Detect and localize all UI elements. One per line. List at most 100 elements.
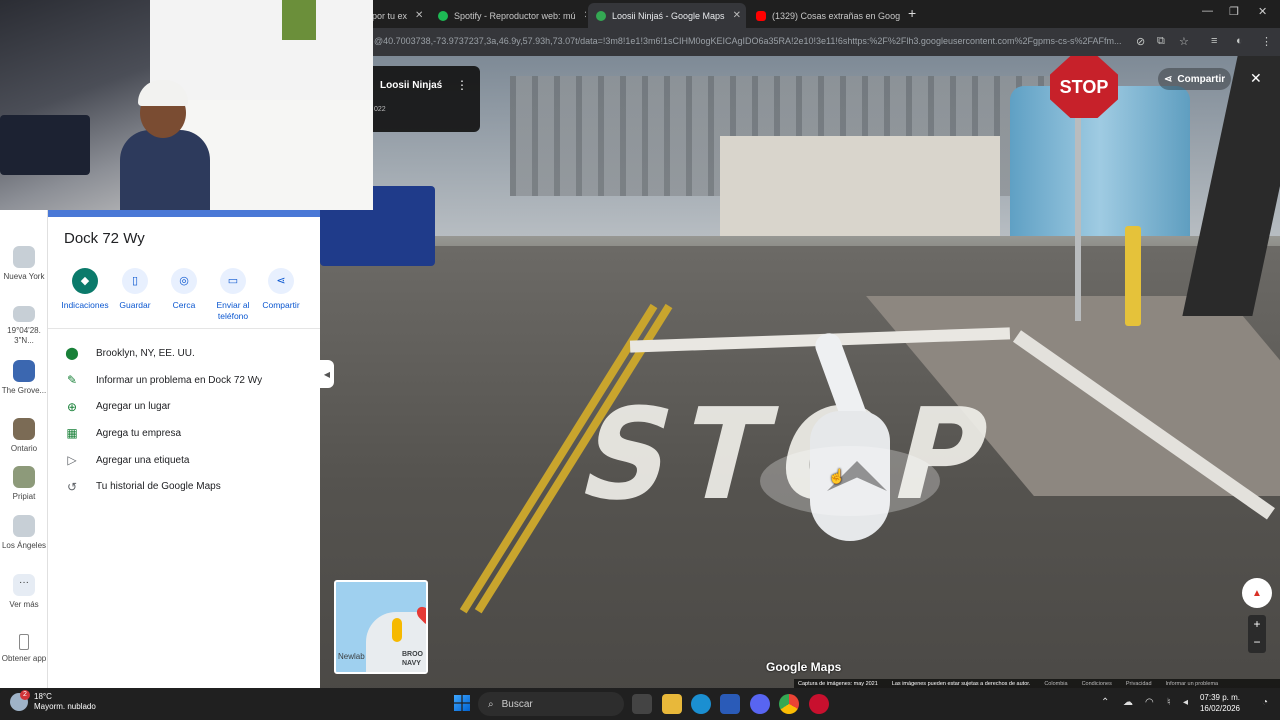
country-link[interactable]: Colombia [1044, 681, 1067, 687]
close-icon[interactable]: ✕ [576, 10, 586, 21]
close-icon[interactable]: ✕ [407, 10, 423, 21]
tab-youtube[interactable]: (1329) Cosas extrañas en Goog ✕ [748, 3, 906, 28]
close-icon[interactable]: ✕ [1250, 70, 1262, 87]
playlist-icon[interactable]: ≡ [1211, 35, 1217, 47]
minimap[interactable]: Newlab BROO NAVY [334, 580, 428, 674]
url-field[interactable]: @40.7003738,-73.9737237,3a,46.9y,57.93h,… [374, 36, 1134, 46]
taskbar-search[interactable]: ⌕ Buscar [478, 692, 624, 716]
tab-google-maps[interactable]: Loosii Ninjaś - Google Maps ✕ [588, 3, 746, 28]
add-place-icon: ⊕ [66, 399, 78, 414]
pencil-icon: ✎ [66, 373, 78, 388]
cloud-sync-icon[interactable]: ☁ [1123, 697, 1133, 708]
rail-item-ver-mas[interactable]: ··· Ver más [0, 574, 48, 610]
rail-item-ontario[interactable]: Ontario [0, 418, 48, 454]
close-icon[interactable]: ✕ [900, 10, 906, 21]
search-placeholder: Buscar [501, 698, 533, 710]
capture-date: 022 [374, 106, 386, 113]
profile-icon[interactable]: ◐ [1236, 35, 1243, 47]
bookmark-star-icon[interactable]: ☆ [1179, 35, 1189, 48]
place-title: Dock 72 Wy [64, 230, 145, 247]
building [720, 136, 1000, 236]
phone-icon: ▭ [220, 268, 246, 294]
close-window-icon[interactable]: ✕ [1258, 5, 1267, 18]
start-button[interactable] [454, 695, 470, 711]
privacy-link[interactable]: Privacidad [1126, 681, 1152, 687]
wifi-icon[interactable]: ◠ [1145, 697, 1154, 708]
chrome-icon[interactable] [779, 694, 799, 714]
compass-icon[interactable]: ▲ [1242, 578, 1272, 608]
close-icon[interactable]: ✕ [725, 10, 741, 21]
zoom-controls: + − [1248, 615, 1266, 653]
history-icon: ↺ [66, 479, 78, 494]
tab-label: (1329) Cosas extrañas en Goog [772, 10, 901, 21]
contributor-name[interactable]: Loosii Ninjaś [380, 80, 442, 91]
edge-icon[interactable] [691, 694, 711, 714]
file-explorer-icon[interactable] [662, 694, 682, 714]
collapse-panel-button[interactable]: ◀ [320, 360, 334, 388]
rail-item-coordinates[interactable]: 19°04'28. 3"N... [0, 306, 48, 346]
search-icon: ⌕ [488, 698, 494, 710]
sign-pole [1075, 111, 1081, 321]
rail-item-los-angeles[interactable]: Los Ángeles [0, 515, 48, 551]
discord-icon[interactable] [750, 694, 770, 714]
pegman-icon[interactable] [392, 618, 402, 642]
more-options-icon[interactable]: ⋮ [456, 78, 468, 92]
store-icon: ▦ [66, 426, 78, 441]
report-problem-link[interactable]: Informar un problema [1166, 681, 1219, 687]
rail-item-the-grove[interactable]: The Grove... [0, 360, 48, 396]
google-maps-logo: Google Maps [766, 660, 842, 674]
history-row[interactable]: ↺ Tu historial de Google Maps [48, 473, 320, 500]
directions-button[interactable]: ◆ Indicaciones [60, 268, 110, 311]
nearby-button[interactable]: ◎ Cerca [159, 268, 209, 311]
menu-dots-icon[interactable]: ⋮ [1261, 35, 1272, 48]
rail-item-pripiat[interactable]: Pripiat [0, 466, 48, 502]
zoom-out-button[interactable]: − [1248, 633, 1266, 651]
notification-bell-icon[interactable]: ◔ [1262, 697, 1268, 708]
add-label-row[interactable]: ▷ Agregar una etiqueta [48, 447, 320, 474]
costumed-figure [790, 329, 910, 551]
add-business-row[interactable]: ▦ Agrega tu empresa [48, 420, 320, 447]
navigation-ring[interactable] [760, 446, 940, 516]
system-clock[interactable]: 07:39 p. m. 16/02/2026 [1198, 692, 1240, 714]
address-row[interactable]: ⬤ Brooklyn, NY, EE. UU. [48, 340, 320, 367]
maps-pin-icon [596, 10, 606, 21]
save-button[interactable]: ▯ Guardar [110, 268, 160, 311]
add-place-row[interactable]: ⊕ Agregar un lugar [48, 393, 320, 420]
report-problem-row[interactable]: ✎ Informar un problema en Dock 72 Wy [48, 367, 320, 394]
attribution-bar: Captura de imágenes: may 2021 Las imágen… [794, 679, 1280, 688]
translate-icon[interactable]: ⊘ [1136, 35, 1145, 48]
zoom-in-button[interactable]: + [1248, 615, 1266, 633]
task-view-icon[interactable] [632, 694, 652, 714]
tab-label: Loosii Ninjaś - Google Maps [612, 10, 725, 21]
rail-item-nueva-york[interactable]: Nueva York [0, 246, 48, 282]
terms-link[interactable]: Condiciones [1082, 681, 1112, 687]
tab-por-tu-ex[interactable]: por tu ex ✕ [364, 3, 428, 28]
weather-widget[interactable]: 2 18°C Mayorm. nublado [10, 690, 96, 712]
mic-icon[interactable]: ♮ [1167, 697, 1171, 708]
minimize-icon[interactable]: — [1202, 5, 1213, 17]
spotify-icon [438, 10, 448, 21]
rail-item-get-app[interactable]: Obtener app [0, 634, 48, 664]
send-to-phone-button[interactable]: ▭ Enviar al teléfono [208, 268, 258, 322]
laptop [0, 115, 90, 175]
label-icon: ▷ [67, 453, 77, 468]
store-app-icon[interactable] [720, 694, 740, 714]
divider [48, 328, 320, 329]
share-button[interactable]: ⋖ Compartir [1158, 68, 1232, 90]
weather-temp: 18°C [34, 692, 52, 701]
app-icon[interactable] [809, 694, 829, 714]
poster [282, 0, 316, 40]
share-button[interactable]: ⋖ Compartir [256, 268, 306, 311]
person-shirt [120, 130, 210, 210]
volume-icon[interactable]: ◂ [1183, 697, 1188, 708]
tab-spotify[interactable]: Spotify - Reproductor web: mú ✕ [430, 3, 586, 28]
saved-places-rail: Nueva York 19°04'28. 3"N... The Grove...… [0, 210, 48, 688]
location-pin-icon: ⬤ [65, 346, 79, 361]
new-tab-button[interactable]: + [908, 5, 916, 21]
tray-chevron-icon[interactable]: ⌃ [1101, 697, 1109, 708]
street-view-canvas[interactable]: STOP STOP ☝ [320, 56, 1280, 688]
restore-icon[interactable]: ❐ [1229, 5, 1239, 18]
share-icon: ⋖ [1164, 73, 1173, 85]
action-buttons: ◆ Indicaciones ▯ Guardar ◎ Cerca ▭ Envia… [58, 268, 313, 328]
cast-icon[interactable]: ⧉ [1157, 35, 1165, 48]
